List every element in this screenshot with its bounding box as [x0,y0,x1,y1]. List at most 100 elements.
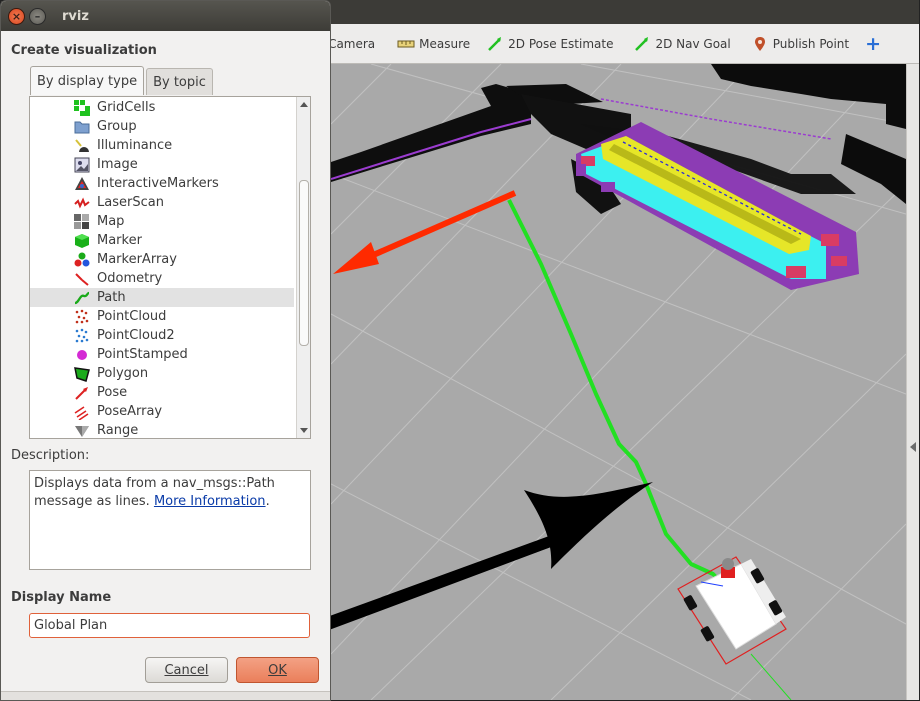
tab-by-display-type[interactable]: By display type [30,66,145,95]
create-visualization-dialog: × – rviz Create visualization By display… [0,0,331,701]
collapse-arrow-icon [910,442,916,452]
list-item-odometry[interactable]: Odometry [30,269,294,288]
minimize-icon: – [34,9,41,23]
measure-tool-label: Measure [419,36,471,51]
list-item-pointcloud2[interactable]: PointCloud2 [30,326,294,345]
list-item-pose[interactable]: Pose [30,383,294,402]
list-item-posearray[interactable]: PoseArray [30,402,294,421]
ruler-icon [397,35,415,53]
dialog-titlebar: × – rviz [1,1,330,31]
minimize-window-button[interactable]: – [29,7,46,25]
publish-point-tool-button[interactable]: Publish Point [751,32,859,56]
display-name-input[interactable] [29,613,310,638]
pose-icon [74,385,90,401]
list-item-label: Odometry [97,271,163,286]
list-item-polygon[interactable]: Polygon [30,364,294,383]
list-item-label: PointCloud [97,309,167,324]
3d-render-view[interactable] [331,64,906,700]
description-period: . [265,494,270,509]
list-item-group[interactable]: Group [30,117,294,136]
list-item-label: PoseArray [97,404,163,419]
image-icon [74,157,90,173]
list-item-label: Range [97,423,139,438]
ok-button[interactable]: OK [236,657,319,683]
list-item-label: MarkerArray [97,252,177,267]
list-item-label: Illuminance [97,138,173,153]
list-item-pointcloud[interactable]: PointCloud [30,307,294,326]
more-information-link[interactable]: More Information [154,494,266,509]
list-item-label: Polygon [97,366,149,381]
robot-model [677,556,792,700]
scroll-up-icon[interactable] [300,102,308,107]
list-item-label: Image [97,157,138,172]
pointcloud-icon [74,309,90,325]
list-item-markerarray[interactable]: MarkerArray [30,250,294,269]
list-item-label: LaserScan [97,195,164,210]
close-icon: × [11,9,22,23]
dialog-title: rviz [62,8,89,24]
pose-estimate-tool-button[interactable]: 2D Pose Estimate [486,32,623,56]
list-item-gridcells[interactable]: GridCells [30,98,294,117]
ok-label: OK [268,662,287,678]
create-visualization-heading: Create visualization [11,43,157,58]
list-item-label: Path [97,290,126,305]
list-item-label: Group [97,119,137,134]
annotation-arrow [331,482,653,630]
list-item-label: GridCells [97,100,156,115]
nav-goal-icon [633,35,651,53]
3d-scene [331,64,906,700]
pointcloud2-icon [74,328,90,344]
rviz-toolbar: s Camera Measure 2D Pose Estimate 2D Nav… [318,24,919,64]
view-tabs: By display type By topic [30,66,215,95]
dialog-bottom-edge [1,691,330,700]
list-scrollbar[interactable] [296,97,310,438]
add-tool-button[interactable]: + [865,32,891,56]
list-item-map[interactable]: Map [30,212,294,231]
list-item-range[interactable]: Range [30,421,294,439]
pose-estimate-tool-label: 2D Pose Estimate [508,36,614,51]
list-item-label: Map [97,214,125,229]
list-item-image[interactable]: Image [30,155,294,174]
list-item-label: InteractiveMarkers [97,176,219,191]
list-item-path[interactable]: Path [30,288,294,307]
close-window-button[interactable]: × [8,7,25,25]
cancel-button[interactable]: Cancel [145,657,228,683]
odometry-icon [74,271,90,287]
range-icon [74,423,90,439]
list-item-laserscan[interactable]: LaserScan [30,193,294,212]
costmap-inflation [576,122,859,290]
polygon-icon [74,366,90,382]
measure-tool-button[interactable]: Measure [397,32,480,56]
nav-goal-tool-button[interactable]: 2D Nav Goal [633,32,740,56]
interactive-markers-icon [74,176,90,192]
description-heading: Description: [11,448,90,463]
scroll-down-icon[interactable] [300,428,308,433]
list-item-pointstamped[interactable]: PointStamped [30,345,294,364]
description-box: Displays data from a nav_msgs::Path mess… [29,470,311,570]
illuminance-icon [74,138,90,154]
laserscan-icon [74,195,90,211]
point-stamped-icon [74,347,90,363]
nav-goal-tool-label: 2D Nav Goal [655,36,731,51]
pose-estimate-icon [486,35,504,53]
list-item-label: Pose [97,385,128,400]
list-item-label: PointStamped [97,347,188,362]
gridcells-icon [74,99,90,116]
list-item-interactivemarkers[interactable]: InteractiveMarkers [30,174,294,193]
window-top-strip [318,0,919,24]
pose-array-icon [74,404,90,421]
publish-point-tool-label: Publish Point [772,36,850,51]
tab-by-topic[interactable]: By topic [146,68,213,95]
map-icon [74,213,90,230]
list-item-label: PointCloud2 [97,328,175,343]
scroll-thumb[interactable] [299,180,309,346]
side-panel-collapse-bar[interactable] [906,64,919,700]
folder-icon [74,119,90,135]
marker-icon [74,233,90,249]
list-item-illuminance[interactable]: Illuminance [30,136,294,155]
path-icon [74,290,90,306]
display-type-list: GridCells Group Illuminance Image Interactiv… [29,96,311,439]
list-item-label: Marker [97,233,142,248]
display-type-items: GridCells Group Illuminance Image Interactiv… [30,98,294,439]
list-item-marker[interactable]: Marker [30,231,294,250]
